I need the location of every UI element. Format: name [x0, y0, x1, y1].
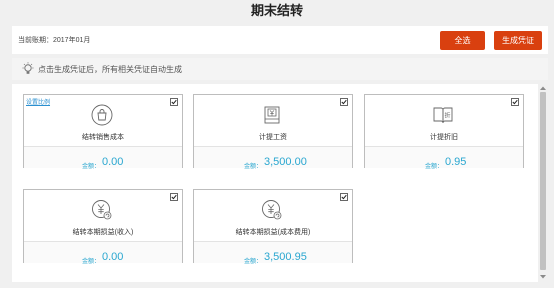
checkmark-icon: [171, 99, 177, 105]
amount-label: 金额：: [425, 164, 444, 170]
card-depreciation[interactable]: 折 计提折旧 金额： 0.95: [364, 94, 524, 170]
generate-voucher-button[interactable]: 生成凭证: [494, 31, 542, 50]
amount-label: 金额：: [244, 259, 263, 265]
page-title: 期末结转: [250, 3, 303, 18]
amount-value: 3,500.00: [264, 156, 307, 168]
checkmark-icon: [171, 194, 177, 200]
hint-text: 点击生成凭证后，所有相关凭证自动生成: [38, 65, 182, 74]
amount-value: 0.00: [102, 251, 124, 263]
depreciation-icon: 折: [433, 107, 453, 124]
amount-label: 金额：: [82, 259, 101, 265]
amount-value: 0.95: [445, 156, 467, 168]
card-checkbox[interactable]: [340, 98, 348, 106]
amount-label: 金额：: [244, 164, 263, 170]
card-title: 结转本期损益(收入): [72, 229, 134, 236]
set-ratio-link[interactable]: 设置比例: [26, 97, 50, 106]
amount-label: 金额：: [82, 164, 101, 170]
current-period: 当前账期：2017年01月: [18, 35, 90, 45]
amount-value: 3,500.95: [264, 251, 307, 263]
card-salary[interactable]: 计提工资 金额： 3,500.00: [193, 94, 353, 170]
card-checkbox[interactable]: [170, 193, 178, 201]
lightbulb-icon: [22, 62, 34, 74]
card-title: 计提工资: [259, 134, 287, 141]
scroll-down-arrow-icon[interactable]: [539, 274, 547, 280]
svg-text:折: 折: [444, 112, 450, 120]
period-value: 2017年01月: [53, 37, 91, 44]
card-checkbox[interactable]: [170, 98, 178, 106]
scroll-up-arrow-icon[interactable]: [539, 85, 547, 91]
scroll-thumb[interactable]: [540, 92, 546, 270]
card-checkbox[interactable]: [340, 193, 348, 201]
checkmark-icon: [341, 99, 347, 105]
yen-cycle-icon: [92, 200, 112, 220]
amount-value: 0.00: [102, 156, 124, 168]
period-label: 当前账期：: [18, 37, 53, 44]
card-pl-income[interactable]: 结转本期损益(收入) 金额： 0.00: [23, 189, 183, 265]
vertical-scrollbar[interactable]: [538, 84, 548, 282]
toolbar: 当前账期：2017年01月 全选 生成凭证: [12, 26, 548, 54]
hint-bar: 点击生成凭证后，所有相关凭证自动生成: [12, 58, 548, 80]
card-sales-cost[interactable]: 设置比例 结转销售成本 金额： 0.00: [23, 94, 183, 170]
card-title: 计提折旧: [430, 134, 458, 141]
carryover-card-grid: 设置比例 结转销售成本 金额： 0.00 计提工资 金额： 3,500.00 折…: [12, 84, 538, 282]
checkmark-icon: [341, 194, 347, 200]
checkmark-icon: [512, 99, 518, 105]
card-title: 结转销售成本: [82, 134, 124, 141]
card-pl-cost[interactable]: 结转本期损益(成本费用) 金额： 3,500.95: [193, 189, 353, 265]
yen-cycle-icon: [262, 200, 282, 220]
bag-icon: [91, 104, 113, 126]
salary-icon: [264, 106, 280, 124]
select-all-button[interactable]: 全选: [440, 31, 485, 50]
card-checkbox[interactable]: [511, 98, 519, 106]
card-title: 结转本期损益(成本费用): [235, 229, 311, 236]
